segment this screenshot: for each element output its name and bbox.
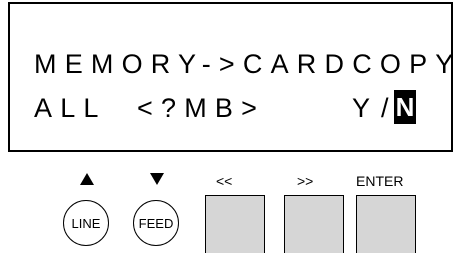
no-option-cursor: N [394, 90, 416, 124]
lcd-display: MEMORY->CARDCOPY ALL <?MB> Y / N [8, 2, 453, 152]
enter-key-label: ENTER [356, 173, 404, 189]
enter-button[interactable] [356, 195, 416, 253]
option-separator: / [381, 93, 389, 123]
next-button[interactable] [284, 195, 344, 253]
prev-key-label: << [216, 173, 233, 189]
prev-button[interactable] [205, 195, 265, 253]
display-line-1: MEMORY->CARDCOPY [34, 49, 455, 79]
display-line-2: ALL <?MB> [34, 93, 266, 123]
up-triangle-icon [80, 173, 94, 185]
feed-button[interactable]: FEED [133, 200, 179, 246]
line-button[interactable]: LINE [63, 200, 109, 246]
next-key-label: >> [297, 173, 314, 189]
yes-option: Y [352, 93, 379, 123]
down-triangle-icon [150, 173, 164, 185]
